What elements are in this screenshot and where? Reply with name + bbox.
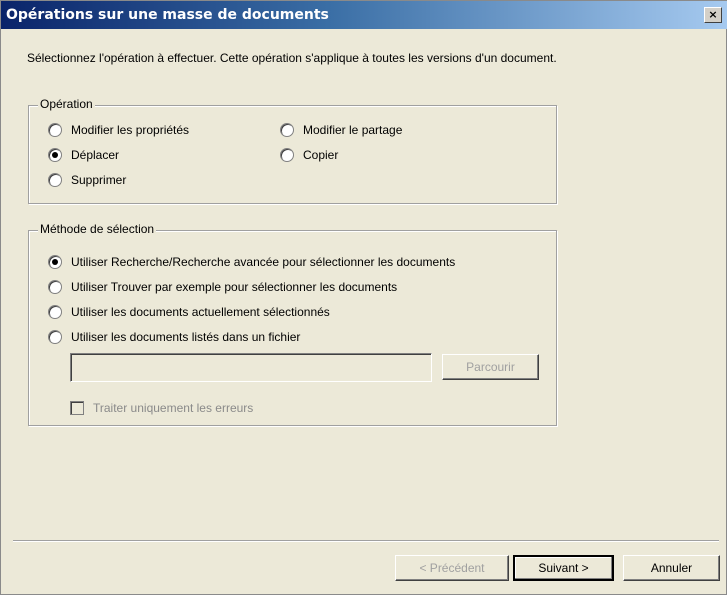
- radio-button[interactable]: [280, 148, 294, 162]
- radio-documents-selectionnes[interactable]: Utiliser les documents actuellement séle…: [48, 305, 330, 319]
- errors-only-label: Traiter uniquement les erreurs: [93, 401, 254, 415]
- radio-label: Utiliser Trouver par exemple pour sélect…: [71, 280, 398, 294]
- radio-label: Modifier les propriétés: [71, 123, 190, 137]
- close-button[interactable]: ×: [704, 7, 722, 23]
- radio-button-selected[interactable]: [48, 148, 62, 162]
- window-title: Opérations sur une masse de documents: [6, 7, 329, 23]
- footer-divider: [13, 540, 719, 542]
- radio-label: Copier: [303, 148, 339, 162]
- radio-label: Utiliser les documents actuellement séle…: [71, 305, 330, 319]
- errors-only-checkbox-row[interactable]: Traiter uniquement les erreurs: [70, 401, 253, 415]
- radio-button[interactable]: [48, 123, 62, 137]
- intro-text: Sélectionnez l'opération à effectuer. Ce…: [27, 51, 557, 65]
- radio-label: Déplacer: [71, 148, 120, 162]
- radio-label: Supprimer: [71, 173, 127, 187]
- radio-button[interactable]: [48, 173, 62, 187]
- file-path-input[interactable]: [70, 353, 432, 382]
- radio-label: Utiliser Recherche/Recherche avancée pou…: [71, 255, 456, 269]
- cancel-button[interactable]: Annuler: [623, 555, 720, 581]
- radio-button[interactable]: [48, 330, 62, 344]
- errors-only-checkbox[interactable]: [70, 401, 84, 415]
- radio-button[interactable]: [48, 305, 62, 319]
- radio-documents-fichier[interactable]: Utiliser les documents listés dans un fi…: [48, 330, 300, 344]
- radio-supprimer[interactable]: Supprimer: [48, 173, 126, 187]
- radio-modifier-proprietes[interactable]: Modifier les propriétés: [48, 123, 189, 137]
- dialog-window: Opérations sur une masse de documents × …: [0, 0, 727, 595]
- radio-copier[interactable]: Copier: [280, 148, 338, 162]
- back-button[interactable]: < Précédent: [395, 555, 509, 581]
- browse-button[interactable]: Parcourir: [442, 354, 539, 380]
- radio-button-selected[interactable]: [48, 255, 62, 269]
- radio-label: Modifier le partage: [303, 123, 403, 137]
- radio-trouver-par-exemple[interactable]: Utiliser Trouver par exemple pour sélect…: [48, 280, 397, 294]
- radio-label: Utiliser les documents listés dans un fi…: [71, 330, 301, 344]
- title-bar[interactable]: Opérations sur une masse de documents ×: [1, 1, 727, 29]
- radio-button[interactable]: [48, 280, 62, 294]
- radio-recherche-avancee[interactable]: Utiliser Recherche/Recherche avancée pou…: [48, 255, 455, 269]
- radio-deplacer[interactable]: Déplacer: [48, 148, 119, 162]
- selection-method-group-label: Méthode de sélection: [38, 222, 157, 236]
- next-button[interactable]: Suivant >: [513, 555, 614, 581]
- radio-modifier-partage[interactable]: Modifier le partage: [280, 123, 402, 137]
- operation-group-label: Opération: [38, 97, 95, 111]
- radio-button[interactable]: [280, 123, 294, 137]
